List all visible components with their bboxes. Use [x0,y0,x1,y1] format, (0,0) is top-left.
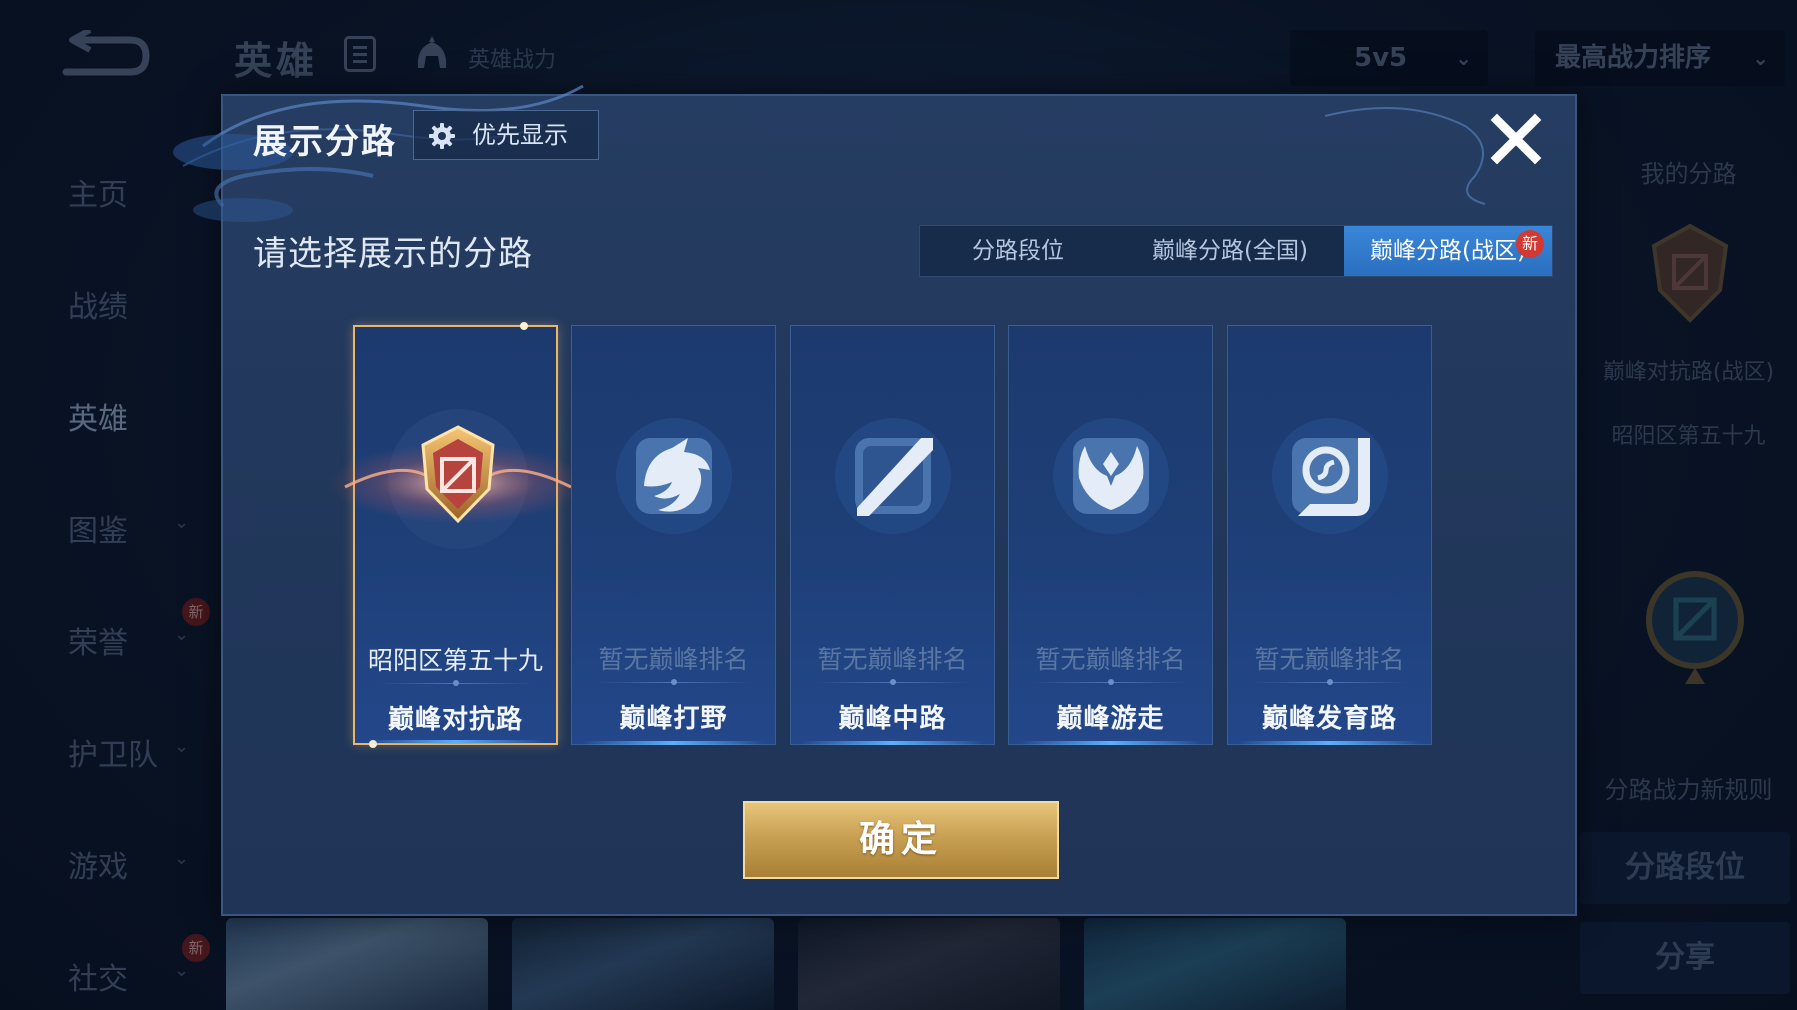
lane-rank-text: 暂无巅峰排名 [598,645,749,674]
jungle-dragon-icon [616,418,732,534]
lane-display-modal: 展示分路 优先显示 请选择展示的分路 分路段位 巅峰分路(全国) 巅峰分路(战区 [173,84,1577,916]
lane-name: 巅峰打野 [619,704,728,734]
lane-rank-text: 暂无巅峰排名 [1254,645,1405,674]
corner-spark [369,740,377,748]
modal-title: 展示分路 [253,122,397,162]
tab-lane-rank[interactable]: 分路段位 [920,226,1116,276]
lane-type-tabs: 分路段位 巅峰分路(全国) 巅峰分路(战区) 新 [919,225,1553,277]
lane-name: 巅峰发育路 [1261,704,1397,734]
lane-card-mid[interactable]: 暂无巅峰排名 巅峰中路 [790,325,995,745]
new-badge: 新 [1516,230,1544,258]
divider [379,680,532,686]
lane-name: 巅峰对抗路 [387,705,523,735]
confirm-button[interactable]: 确定 [743,801,1059,879]
lane-card-clash[interactable]: 昭阳区第五十九 巅峰对抗路 [328,322,588,748]
lane-name: 巅峰中路 [838,704,947,734]
divider [596,679,751,685]
roam-wings-icon [1053,418,1169,534]
clash-lane-crest-icon [328,409,588,549]
lane-card-roam[interactable]: 暂无巅峰排名 巅峰游走 [1008,325,1213,745]
tab-peak-lane-national[interactable]: 巅峰分路(全国) [1116,226,1344,276]
gear-icon [429,123,455,149]
close-icon[interactable] [1487,110,1545,168]
lane-card-jungle[interactable]: 暂无巅峰排名 巅峰打野 [571,325,776,745]
mid-lane-icon [835,418,951,534]
tab-peak-lane-region[interactable]: 巅峰分路(战区) 新 [1344,226,1552,276]
tab-label: 巅峰分路(战区) [1370,238,1526,264]
lane-rank-text: 昭阳区第五十九 [367,646,543,675]
lane-rank-text: 暂无巅峰排名 [817,645,968,674]
divider [1252,679,1407,685]
lane-name: 巅峰游走 [1056,704,1165,734]
divider [815,679,970,685]
lane-card-farm[interactable]: 暂无巅峰排名 巅峰发育路 [1227,325,1432,745]
farm-lane-icon [1272,418,1388,534]
select-lane-prompt: 请选择展示的分路 [253,234,533,274]
priority-display-button[interactable]: 优先显示 [413,110,599,160]
divider [1033,679,1188,685]
priority-display-label: 优先显示 [472,121,568,149]
corner-spark [520,322,528,330]
lane-rank-text: 暂无巅峰排名 [1035,645,1186,674]
